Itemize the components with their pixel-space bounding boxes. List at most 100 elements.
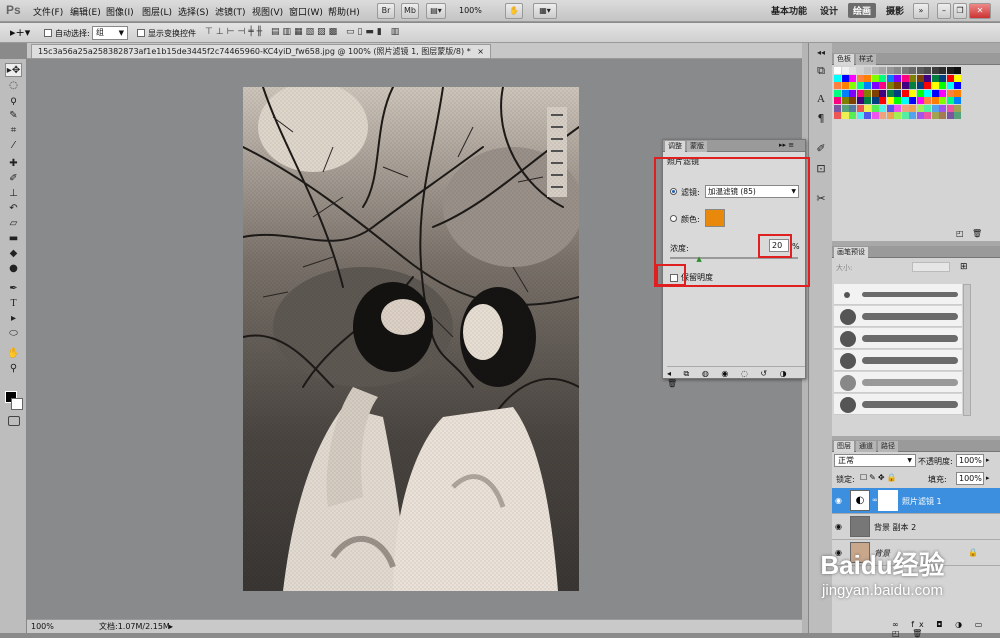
swatch[interactable] bbox=[916, 104, 924, 112]
swatch[interactable] bbox=[834, 97, 841, 104]
swatch[interactable] bbox=[894, 89, 901, 97]
swatch-grid[interactable] bbox=[834, 67, 966, 125]
swatch[interactable] bbox=[946, 112, 954, 119]
swatch[interactable] bbox=[886, 112, 894, 119]
path-select-tool-icon[interactable]: ▸ bbox=[5, 312, 22, 326]
swatch[interactable] bbox=[864, 97, 871, 104]
swatch[interactable] bbox=[954, 67, 961, 74]
menu-help[interactable]: 帮助(H) bbox=[328, 5, 360, 18]
minimize-button[interactable]: – bbox=[937, 3, 951, 19]
swatch[interactable] bbox=[894, 82, 901, 89]
brush-preset-row[interactable] bbox=[834, 328, 962, 349]
swatch[interactable] bbox=[909, 89, 916, 97]
document-canvas-image[interactable] bbox=[243, 87, 579, 591]
swatch[interactable] bbox=[909, 97, 916, 104]
swatch[interactable] bbox=[879, 82, 886, 89]
minibridge-button[interactable]: Mb bbox=[401, 3, 419, 19]
swatch[interactable] bbox=[879, 89, 886, 97]
eyedropper-tool-icon[interactable]: ⁄ bbox=[5, 139, 22, 153]
swatch[interactable] bbox=[886, 67, 894, 74]
swatch[interactable] bbox=[871, 97, 879, 104]
swatch[interactable] bbox=[849, 89, 856, 97]
swatch[interactable] bbox=[856, 104, 864, 112]
tab-masks[interactable]: 蒙版 bbox=[687, 141, 707, 152]
swatch[interactable] bbox=[894, 74, 901, 82]
close-window-button[interactable]: ✕ bbox=[969, 3, 991, 19]
adjustments-footer-buttons[interactable]: ◂ ⧉ ◍ ◉ ◌ ↺ ◑ 🗑 bbox=[667, 366, 805, 388]
clone-stamp-tool-icon[interactable]: ⊥ bbox=[5, 187, 22, 201]
swatch[interactable] bbox=[909, 67, 916, 74]
menu-window[interactable]: 窗口(W) bbox=[289, 5, 323, 18]
swatch[interactable] bbox=[834, 112, 841, 119]
swatch[interactable] bbox=[894, 104, 901, 112]
swatch[interactable] bbox=[856, 97, 864, 104]
marquee-tool-icon[interactable]: ◌ bbox=[5, 79, 22, 93]
swatch[interactable] bbox=[834, 74, 841, 82]
shape-tool-icon[interactable]: ⬭ bbox=[5, 327, 22, 341]
bridge-button[interactable]: Br bbox=[377, 3, 395, 19]
workspace-search[interactable]: » bbox=[913, 3, 929, 19]
swatch[interactable] bbox=[924, 89, 931, 97]
swatch[interactable] bbox=[886, 97, 894, 104]
view-extras-button[interactable]: ▤▾ bbox=[426, 3, 446, 19]
arrange-documents-button[interactable]: ▦▾ bbox=[533, 3, 557, 19]
zoom-level[interactable]: 100% bbox=[459, 6, 482, 15]
healing-brush-tool-icon[interactable]: ✚ bbox=[5, 157, 22, 171]
swatch[interactable] bbox=[841, 82, 849, 89]
layers-footer-buttons[interactable]: ∞ fx ◘ ◑ ▭ ◰ 🗑 bbox=[892, 620, 1000, 638]
swatch[interactable] bbox=[939, 74, 946, 82]
swatch[interactable] bbox=[834, 104, 841, 112]
swatch[interactable] bbox=[946, 104, 954, 112]
swatch[interactable] bbox=[901, 67, 909, 74]
auto-select-dropdown[interactable]: 组 ▼ bbox=[92, 26, 128, 40]
swatch[interactable] bbox=[856, 112, 864, 119]
swatch[interactable] bbox=[841, 97, 849, 104]
swatch[interactable] bbox=[931, 89, 939, 97]
swatch[interactable] bbox=[894, 112, 901, 119]
menu-select[interactable]: 选择(S) bbox=[178, 5, 209, 18]
workspace-painting[interactable]: 绘画 bbox=[848, 3, 877, 18]
swatch[interactable] bbox=[924, 112, 931, 119]
blur-tool-icon[interactable]: ◆ bbox=[5, 247, 22, 261]
swatch[interactable] bbox=[931, 67, 939, 74]
menu-filter[interactable]: 滤镜(T) bbox=[215, 5, 246, 18]
layer-row[interactable]: ◉ ◐ ∞ 照片滤镜 1 bbox=[832, 488, 1000, 514]
swatch[interactable] bbox=[886, 104, 894, 112]
swatch[interactable] bbox=[871, 82, 879, 89]
swatch[interactable] bbox=[916, 112, 924, 119]
swatch[interactable] bbox=[916, 89, 924, 97]
swatch[interactable] bbox=[856, 67, 864, 74]
tab-styles[interactable]: 样式 bbox=[856, 54, 876, 65]
swatch[interactable] bbox=[871, 112, 879, 119]
swatch[interactable] bbox=[946, 89, 954, 97]
swatch[interactable] bbox=[909, 82, 916, 89]
brush-size-slider[interactable] bbox=[912, 262, 950, 272]
swatch[interactable] bbox=[864, 89, 871, 97]
swatch[interactable] bbox=[849, 97, 856, 104]
swatch[interactable] bbox=[879, 112, 886, 119]
crop-tool-icon[interactable]: ⌗ bbox=[5, 124, 22, 138]
brush-panel-icon[interactable]: ✐ bbox=[812, 141, 830, 157]
swatch[interactable] bbox=[849, 67, 856, 74]
blend-mode-dropdown[interactable]: 正常 ▼ bbox=[834, 454, 916, 467]
workspace-photography[interactable]: 摄影 bbox=[886, 4, 904, 17]
swatch[interactable] bbox=[864, 104, 871, 112]
swatch[interactable] bbox=[931, 74, 939, 82]
swatch[interactable] bbox=[931, 104, 939, 112]
brush-preset-row[interactable] bbox=[834, 394, 962, 415]
workspace-essentials[interactable]: 基本功能 bbox=[771, 4, 807, 17]
menu-image[interactable]: 图像(I) bbox=[106, 5, 134, 18]
swatch[interactable] bbox=[894, 97, 901, 104]
swatch[interactable] bbox=[901, 104, 909, 112]
swatch[interactable] bbox=[924, 82, 931, 89]
menu-file[interactable]: 文件(F) bbox=[33, 5, 63, 18]
swatch[interactable] bbox=[954, 112, 961, 119]
swatch[interactable] bbox=[916, 82, 924, 89]
swatch[interactable] bbox=[841, 112, 849, 119]
swatch[interactable] bbox=[946, 74, 954, 82]
swatch[interactable] bbox=[939, 82, 946, 89]
swatch[interactable] bbox=[946, 97, 954, 104]
swatch[interactable] bbox=[834, 82, 841, 89]
swatch[interactable] bbox=[841, 74, 849, 82]
tool-presets-icon[interactable]: ✂ bbox=[812, 191, 830, 207]
